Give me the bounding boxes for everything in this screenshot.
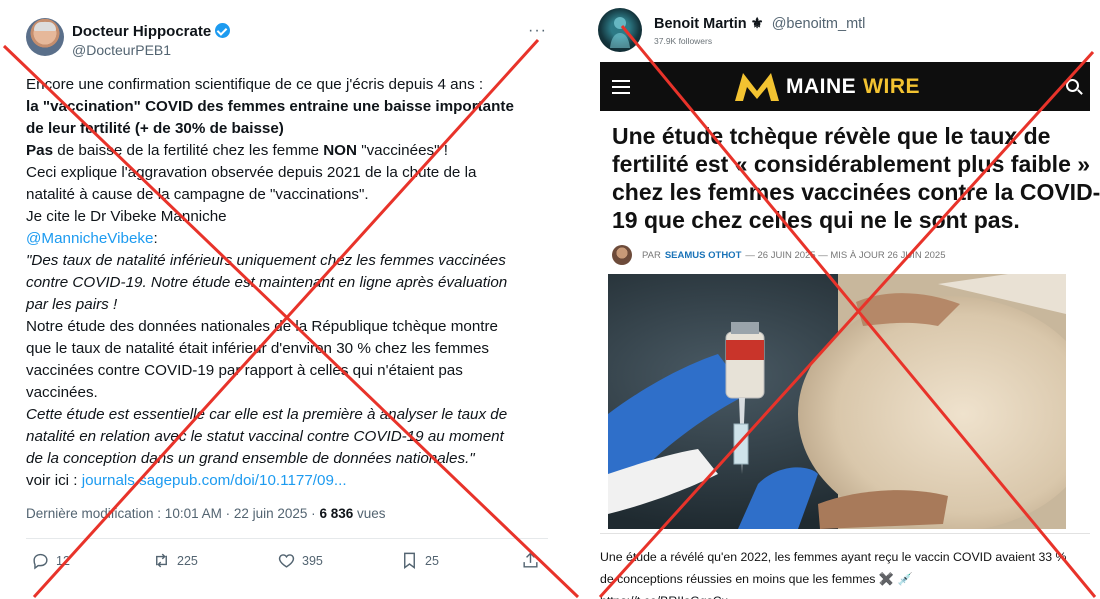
like-button[interactable]: 395 (277, 551, 323, 570)
tweet-line: Je cite le Dr Vibeke Manniche (26, 208, 227, 225)
article-image[interactable] (608, 274, 1066, 529)
menu-icon[interactable] (612, 80, 630, 94)
left-tweet-card: Docteur Hippocrate @DocteurPEB1 ··· Enco… (0, 0, 556, 599)
tweet-line: natalité en relation avec le statut vacc… (26, 428, 504, 445)
avatar-figure-icon (610, 17, 630, 48)
tweet-line: @MannicheVibeke: (26, 230, 158, 247)
views-count: 6 836 (319, 506, 354, 521)
share-button[interactable] (521, 551, 540, 570)
vaccine-pregnancy-illustration (608, 274, 1066, 529)
reply-button[interactable]: 12 (31, 551, 70, 570)
post-caption: Une étude a révélé qu'en 2022, les femme… (600, 546, 1092, 599)
tweet-line: Notre étude des données nationales de la… (26, 318, 498, 335)
followers-count: 37.9K followers (654, 36, 713, 46)
fleur-de-lis-icon: ⚜ (750, 16, 764, 32)
search-icon[interactable] (1066, 79, 1079, 92)
post-link[interactable]: https://t.co/BRIIsGgsCx (600, 590, 1092, 599)
heart-icon (278, 554, 295, 568)
retweet-icon (156, 553, 167, 568)
article-link[interactable]: journals.sagepub.com/doi/10.1177/09... (82, 472, 347, 489)
reply-icon (33, 553, 48, 570)
site-header: MAINE WIRE (600, 62, 1090, 111)
tweet-line: Pas de baisse de la fertilité chez les f… (26, 142, 448, 159)
mention-link[interactable]: @MannicheVibeke (26, 230, 153, 247)
retweet-button[interactable]: 225 (152, 551, 198, 570)
tweet-line: contre COVID-19. Notre étude est mainten… (26, 274, 508, 291)
tweet-line: vaccinées contre COVID-19 par rapport à … (26, 362, 463, 379)
divider (600, 533, 1090, 534)
author-link[interactable]: SEAMUS OTHOT (665, 250, 742, 261)
author-avatar[interactable] (598, 8, 642, 52)
tweet-line: vaccinées. (26, 384, 98, 401)
author-name[interactable]: Benoit Martin ⚜ @benoitm_mtl (654, 16, 865, 32)
timestamp[interactable]: Dernière modification : 10:01 AM · 22 ju… (26, 506, 316, 521)
author-handle[interactable]: @DocteurPEB1 (72, 42, 171, 58)
author-handle[interactable]: @benoitm_mtl (772, 16, 866, 32)
tweet-line: que le taux de natalité était inférieur … (26, 340, 490, 357)
tweet-actions: 12 225 395 25 (0, 551, 556, 575)
author-name[interactable]: Docteur Hippocrate (72, 23, 231, 40)
tweet-line: "Des taux de natalité inférieurs uniquem… (26, 252, 506, 269)
tweet-line: de leur fertilité (+ de 30% de baisse) (26, 120, 284, 137)
bookmark-icon (404, 552, 415, 570)
ellipsis-icon[interactable]: ··· (528, 22, 547, 40)
tweet-line: de la conception dans un grand ensemble … (26, 450, 475, 467)
tweet-line: par les pairs ! (26, 296, 118, 313)
author-avatar[interactable] (26, 18, 64, 56)
tweet-line: voir ici : journals.sagepub.com/doi/10.1… (26, 472, 347, 489)
right-post-card: Benoit Martin ⚜ @benoitm_mtl 37.9K follo… (588, 0, 1100, 599)
divider (26, 538, 548, 539)
site-logo-icon (735, 73, 779, 101)
tweet-meta: Dernière modification : 10:01 AM · 22 ju… (26, 506, 386, 521)
tweet-line: Encore une confirmation scientifique de … (26, 76, 484, 93)
tweet-line: natalité à cause de la campagne de "vacc… (26, 186, 369, 203)
site-logo[interactable]: MAINE WIRE (786, 75, 920, 99)
tweet-line: Ceci explique l'aggravation observée dep… (26, 164, 477, 181)
tweet-line: Cette étude est essentielle car elle est… (26, 406, 508, 423)
bookmark-button[interactable]: 25 (400, 551, 439, 570)
tweet-text: Encore une confirmation scientifique de … (26, 74, 546, 492)
tweet-line: la "vaccination" COVID des femmes entrai… (26, 98, 514, 115)
article-byline: PAR SEAMUS OTHOT — 26 JUIN 2025 — MIS À … (612, 245, 945, 265)
article-headline[interactable]: Une étude tchèque révèle que le taux de … (612, 122, 1100, 234)
verified-badge-icon (215, 23, 231, 38)
share-icon (523, 552, 538, 568)
author-avatar (612, 245, 632, 265)
author-display-name[interactable]: Docteur Hippocrate (72, 23, 211, 40)
